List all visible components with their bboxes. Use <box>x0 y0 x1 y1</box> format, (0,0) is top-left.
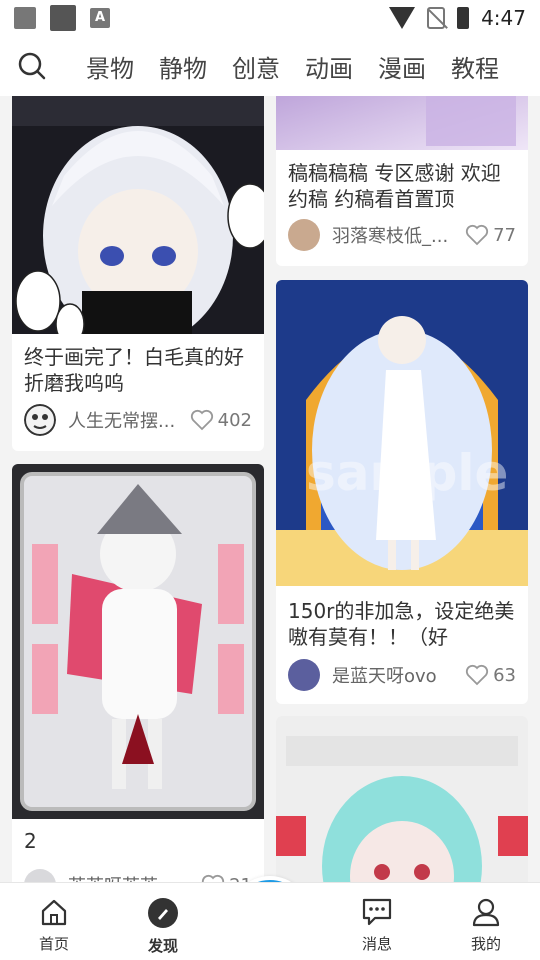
like-button[interactable]: 77 <box>465 224 516 246</box>
top-nav: 景物 静物 创意 动画 漫画 教程 <box>0 36 540 96</box>
watermark: sample <box>306 444 508 502</box>
nav-home[interactable]: 首页 <box>14 897 94 954</box>
person-icon <box>472 898 500 927</box>
heart-icon <box>466 224 489 246</box>
nav-mine[interactable]: 我的 <box>446 897 526 954</box>
like-button[interactable]: 402 <box>190 409 252 431</box>
heart-icon <box>202 874 225 882</box>
tab-scenery[interactable]: 景物 <box>86 49 134 84</box>
artwork-image[interactable] <box>276 716 528 882</box>
artwork-meta: 是蓝天呀ovo 63 <box>288 658 516 692</box>
artwork-title: 终于画完了！白毛真的好折磨我呜呜 <box>24 345 244 395</box>
tab-still-life[interactable]: 静物 <box>159 49 207 84</box>
author-name[interactable]: 芙芙呀芙芙 <box>68 872 201 882</box>
home-icon <box>41 899 67 926</box>
artwork-card[interactable]: 终于画完了！白毛真的好折磨我呜呜 人生无常摆... 402 <box>12 96 264 451</box>
nav-mine-label: 我的 <box>470 935 501 953</box>
artwork-image[interactable] <box>12 96 264 334</box>
bottom-nav: 首页 发现 消息 我的 <box>0 882 540 960</box>
heart-icon <box>190 409 213 431</box>
font-notification-icon: A <box>90 8 110 28</box>
artwork-image[interactable]: sample <box>276 280 528 586</box>
nav-messages[interactable]: 消息 <box>337 897 417 954</box>
like-count: 63 <box>493 664 516 686</box>
artwork-title: 150r的非加急，设定绝美嗷有莫有！！（好 <box>288 599 515 649</box>
search-icon[interactable] <box>18 52 46 80</box>
status-time: 4:47 <box>481 6 526 30</box>
compass-icon <box>148 898 178 928</box>
artwork-title: 稿稿稿稿 专区感谢 欢迎约稿 约稿看首置顶 <box>288 161 501 211</box>
nav-messages-label: 消息 <box>361 935 392 953</box>
wifi-icon <box>389 7 416 29</box>
author-name[interactable]: 羽落寒枝低_... <box>332 222 465 248</box>
avatar[interactable] <box>288 659 320 691</box>
artwork-image[interactable] <box>12 464 264 819</box>
tab-animation[interactable]: 动画 <box>305 49 353 84</box>
artwork-card[interactable]: 2 芙芙呀芙芙 21 <box>12 464 264 882</box>
like-count: 77 <box>493 224 516 246</box>
app-notification-icon <box>50 5 76 31</box>
no-sim-icon <box>427 7 446 29</box>
avatar[interactable] <box>288 219 320 251</box>
category-tabs: 景物 静物 创意 动画 漫画 教程 <box>86 36 499 96</box>
tab-comics[interactable]: 漫画 <box>378 49 426 84</box>
heart-icon <box>466 664 489 686</box>
artwork-meta: 人生无常摆... 402 <box>24 403 252 437</box>
nav-discover-label: 发现 <box>147 937 178 955</box>
avatar[interactable] <box>24 404 56 436</box>
nav-home-label: 首页 <box>38 935 69 953</box>
artwork-feed: 终于画完了！白毛真的好折磨我呜呜 人生无常摆... 402 2 稿稿稿稿 专区感… <box>0 96 540 882</box>
gallery-notification-icon <box>14 7 36 29</box>
status-bar: A 4:47 <box>0 0 540 36</box>
like-button[interactable]: 63 <box>465 664 516 686</box>
artwork-meta: 芙芙呀芙芙 21 <box>24 868 252 882</box>
artwork-title: 2 <box>24 829 37 853</box>
battery-icon <box>457 7 470 29</box>
artwork-card[interactable]: sample 150r的非加急，设定绝美嗷有莫有！！（好 是蓝天呀ovo 63 <box>276 280 528 704</box>
artwork-card[interactable] <box>276 716 528 882</box>
like-count: 402 <box>217 409 252 431</box>
avatar[interactable] <box>24 869 56 882</box>
like-button[interactable]: 21 <box>201 874 252 882</box>
tab-creative[interactable]: 创意 <box>232 49 280 84</box>
tab-tutorial[interactable]: 教程 <box>451 49 499 84</box>
nav-discover[interactable]: 发现 <box>123 897 203 956</box>
message-icon <box>362 898 392 926</box>
artwork-meta: 羽落寒枝低_... 77 <box>288 218 516 252</box>
author-name[interactable]: 是蓝天呀ovo <box>332 662 465 688</box>
artwork-image[interactable] <box>276 96 528 150</box>
artwork-card[interactable]: 稿稿稿稿 专区感谢 欢迎约稿 约稿看首置顶 羽落寒枝低_... 77 <box>276 96 528 266</box>
author-name[interactable]: 人生无常摆... <box>68 407 190 433</box>
